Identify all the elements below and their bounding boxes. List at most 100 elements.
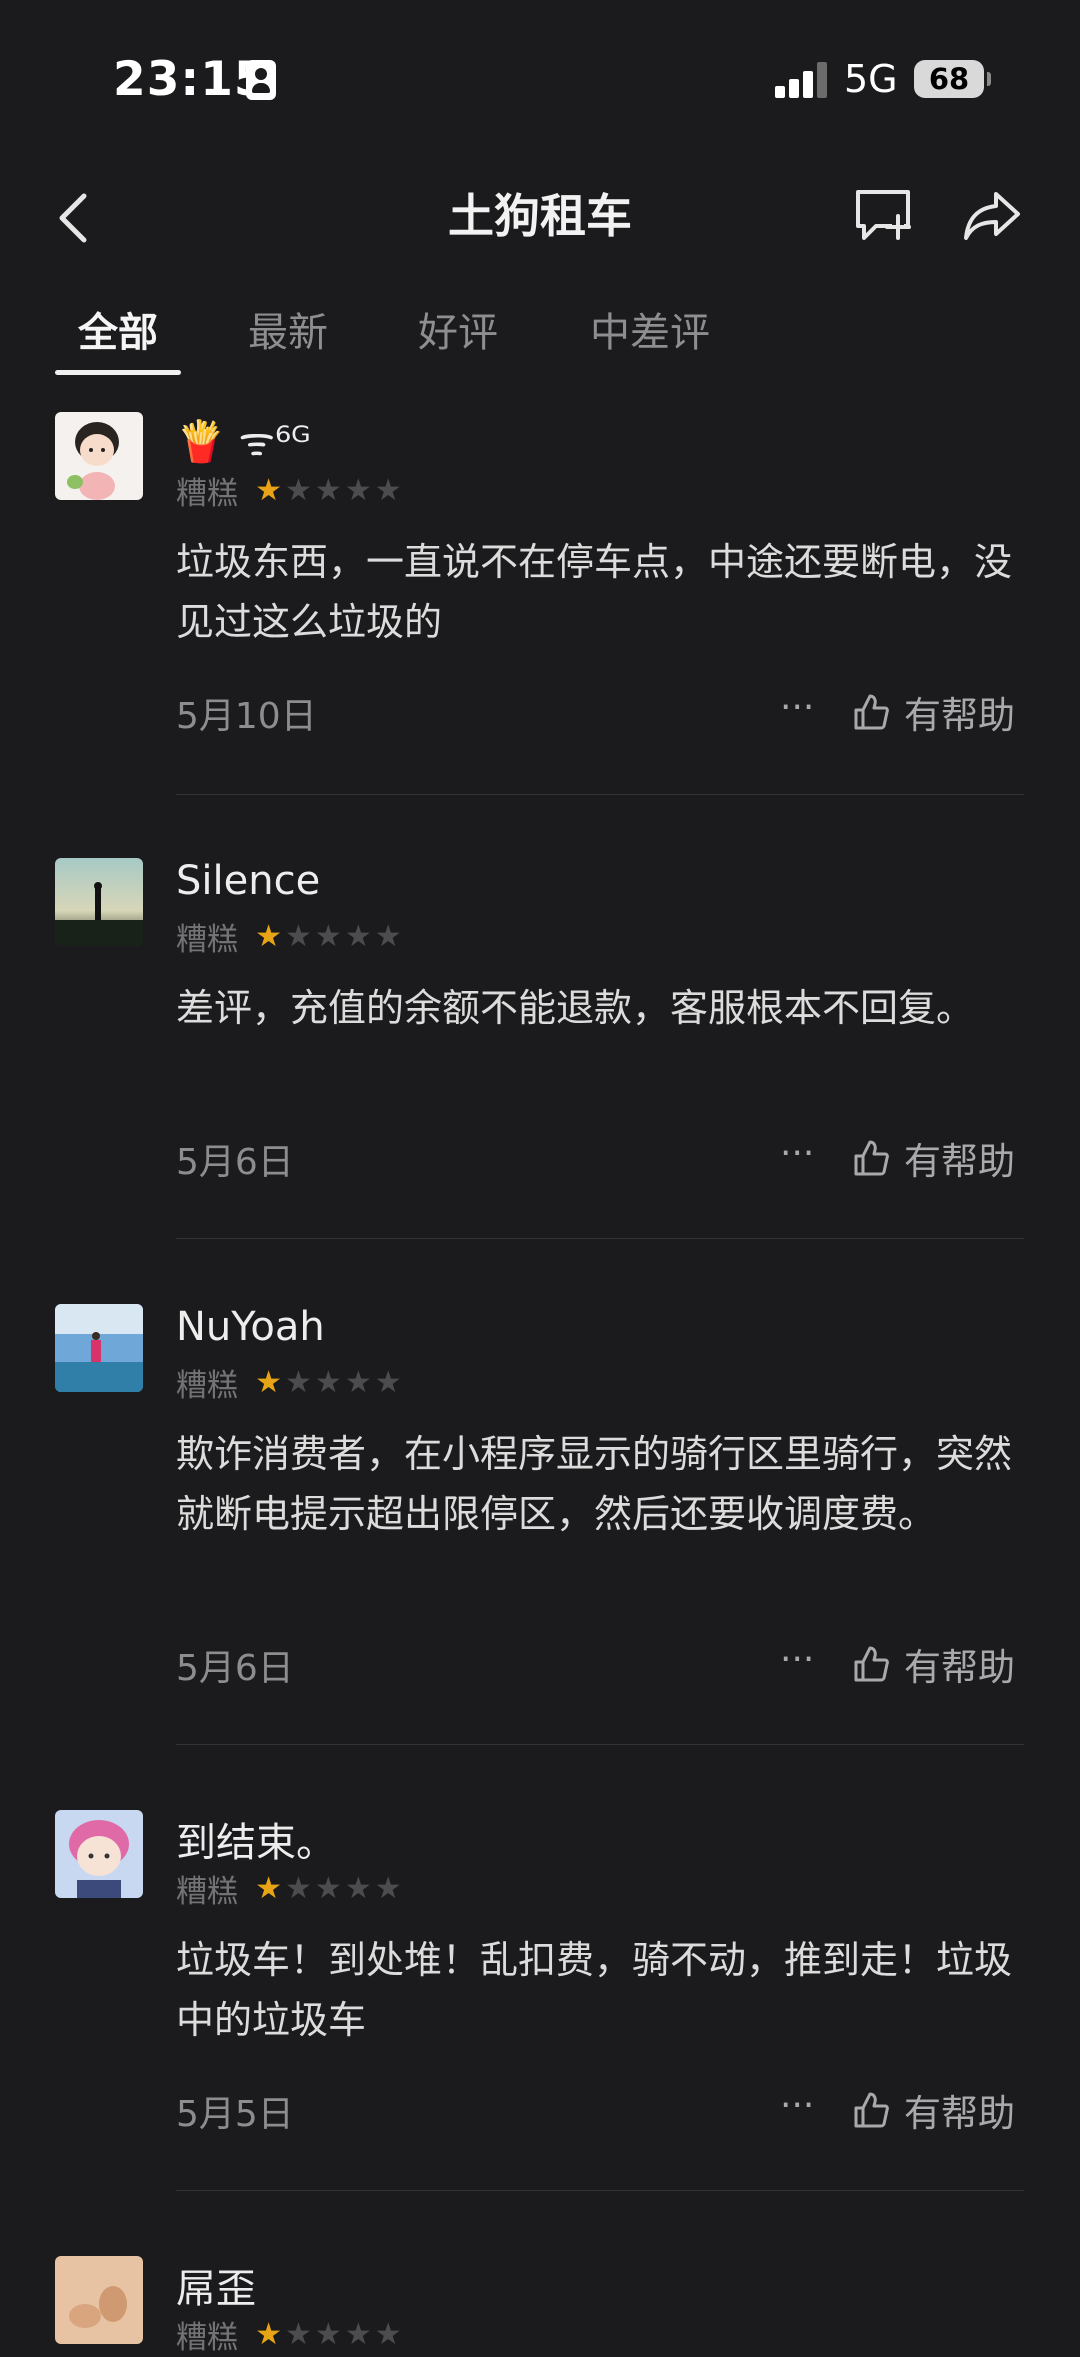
star-filled-icon: ★ — [255, 1364, 282, 1400]
review-item: 🍟 ᯤ⁶ᴳ 糟糕 ★ ★ ★ ★ ★ 垃圾东西，一直说不在停车点，中途还要断电，没见过这… — [0, 412, 1080, 795]
star-rating: ★ ★ ★ ★ ★ — [255, 1870, 405, 1906]
user-avatar[interactable] — [55, 2256, 143, 2344]
rating-row: 糟糕 ★ ★ ★ ★ ★ — [176, 2312, 405, 2356]
review-text: 欺诈消费者，在小程序显示的骑行区里骑行，突然就断电提示超出限停区，然后还要收调度… — [176, 1432, 1013, 1536]
review-filter-tabs: 全部 最新 好评 中差评 — [0, 290, 1080, 380]
star-empty-icon: ★ — [344, 1870, 372, 1906]
user-name[interactable]: NuYoah — [176, 1304, 325, 1350]
user-avatar[interactable] — [55, 412, 143, 500]
review-item: 到结束。 糟糕 ★ ★ ★ ★ ★ 垃圾车！到处堆！乱扣费，骑不动，推到走！垃圾中的垃圾… — [0, 1810, 1080, 2191]
star-filled-icon: ★ — [255, 472, 282, 508]
review-text: 垃圾东西，一直说不在停车点，中途还要断电，没见过这么垃圾的 — [176, 540, 1013, 644]
star-empty-icon: ★ — [285, 2316, 312, 2352]
active-tab-indicator — [55, 370, 181, 375]
user-avatar[interactable] — [55, 1304, 143, 1392]
review-date: 5月10日 — [176, 696, 317, 737]
tab-all[interactable]: 全部 — [78, 300, 158, 358]
user-name[interactable]: 屌歪 — [176, 2256, 256, 2314]
star-empty-icon: ★ — [314, 472, 342, 508]
helpful-label: 有帮助 — [904, 1140, 1015, 1183]
divider — [176, 794, 1024, 795]
star-filled-icon: ★ — [255, 1870, 282, 1906]
review-meta: 5月6日 ··· 有帮助 — [176, 1133, 1026, 1184]
contact-card-icon — [246, 60, 276, 100]
star-empty-icon: ★ — [314, 918, 342, 954]
star-empty-icon: ★ — [344, 472, 372, 508]
thumbs-up-icon — [854, 1140, 889, 1176]
review-text: 垃圾车！到处堆！乱扣费，骑不动，推到走！垃圾中的垃圾车 — [176, 1938, 1013, 2042]
more-options-icon[interactable]: ··· — [780, 690, 822, 726]
tab-positive[interactable]: 好评 — [418, 300, 498, 358]
user-name[interactable]: 🍟 ᯤ⁶ᴳ — [176, 412, 311, 467]
rating-label: 糟糕 — [176, 2320, 238, 2356]
share-icon[interactable] — [962, 182, 1022, 248]
status-bar: 23:15 5G 68 — [0, 0, 1080, 160]
rating-row: 糟糕 ★ ★ ★ ★ ★ — [176, 914, 405, 958]
thumbs-up-icon — [854, 2092, 889, 2128]
write-comment-icon[interactable] — [850, 182, 916, 248]
helpful-button[interactable]: 有帮助 — [852, 1133, 1015, 1183]
review-meta: 5月5日 ··· 有帮助 — [176, 2085, 1026, 2136]
network-type: 5G — [844, 57, 898, 101]
star-empty-icon: ★ — [314, 1364, 342, 1400]
star-empty-icon: ★ — [344, 1364, 372, 1400]
tab-latest[interactable]: 最新 — [248, 300, 328, 358]
more-options-icon[interactable]: ··· — [780, 2088, 822, 2124]
more-options-icon[interactable]: ··· — [780, 1136, 822, 1172]
star-filled-icon: ★ — [255, 2316, 282, 2352]
review-date: 5月6日 — [176, 1648, 294, 1689]
helpful-button[interactable]: 有帮助 — [852, 687, 1015, 737]
star-empty-icon: ★ — [285, 918, 312, 954]
review-item: Silence 糟糕 ★ ★ ★ ★ ★ 差评，充值的余额不能退款，客服根本不回复。 5… — [0, 858, 1080, 1239]
cellular-signal-icon — [775, 62, 829, 98]
star-empty-icon: ★ — [314, 2316, 342, 2352]
helpful-button[interactable]: 有帮助 — [852, 2085, 1015, 2135]
thumbs-up-icon — [854, 694, 889, 730]
rating-row: 糟糕 ★ ★ ★ ★ ★ — [176, 1360, 405, 1404]
review-text: 差评，充值的余额不能退款，客服根本不回复。 — [176, 986, 975, 1030]
user-avatar[interactable] — [55, 858, 143, 946]
star-empty-icon: ★ — [374, 918, 402, 954]
review-meta: 5月10日 ··· 有帮助 — [176, 687, 1026, 738]
review-date: 5月6日 — [176, 1142, 294, 1183]
user-name[interactable]: 到结束。 — [176, 1810, 336, 1868]
star-empty-icon: ★ — [374, 472, 402, 508]
page-title: 土狗租车 — [448, 189, 632, 243]
rating-label: 糟糕 — [176, 922, 238, 958]
rating-row: 糟糕 ★ ★ ★ ★ ★ — [176, 468, 405, 512]
rating-row: 糟糕 ★ ★ ★ ★ ★ — [176, 1866, 405, 1910]
star-rating: ★ ★ ★ ★ ★ — [255, 2316, 405, 2352]
star-empty-icon: ★ — [285, 1870, 312, 1906]
tab-neutral-negative[interactable]: 中差评 — [590, 300, 710, 358]
user-avatar[interactable] — [55, 1810, 143, 1898]
status-time: 23:15 — [113, 52, 268, 107]
more-options-icon[interactable]: ··· — [780, 1642, 822, 1678]
review-item: NuYoah 糟糕 ★ ★ ★ ★ ★ 欺诈消费者，在小程序显示的骑行区里骑行，突然就断… — [0, 1304, 1080, 1745]
helpful-button[interactable]: 有帮助 — [852, 1639, 1015, 1689]
helpful-label: 有帮助 — [904, 1646, 1015, 1689]
star-empty-icon: ★ — [285, 472, 312, 508]
battery-tip — [987, 72, 991, 86]
nav-bar: 土狗租车 — [0, 160, 1080, 280]
star-empty-icon: ★ — [344, 2316, 372, 2352]
star-empty-icon: ★ — [344, 918, 372, 954]
star-empty-icon: ★ — [374, 1364, 402, 1400]
star-empty-icon: ★ — [374, 2316, 402, 2352]
divider — [176, 1238, 1024, 1239]
rating-label: 糟糕 — [176, 476, 238, 512]
battery-icon: 68 — [914, 60, 984, 98]
star-empty-icon: ★ — [285, 1364, 312, 1400]
star-rating: ★ ★ ★ ★ ★ — [255, 918, 405, 954]
divider — [176, 1744, 1024, 1745]
review-meta: 5月6日 ··· 有帮助 — [176, 1639, 1026, 1690]
star-rating: ★ ★ ★ ★ ★ — [255, 1364, 405, 1400]
review-date: 5月5日 — [176, 2094, 294, 2135]
user-name[interactable]: Silence — [176, 858, 320, 904]
helpful-label: 有帮助 — [904, 694, 1015, 737]
star-empty-icon: ★ — [374, 1870, 402, 1906]
helpful-label: 有帮助 — [904, 2092, 1015, 2135]
thumbs-up-icon — [854, 1646, 889, 1682]
review-item: 屌歪 糟糕 ★ ★ ★ ★ ★ — [0, 2256, 1080, 2356]
star-filled-icon: ★ — [255, 918, 282, 954]
star-rating: ★ ★ ★ ★ ★ — [255, 472, 405, 508]
